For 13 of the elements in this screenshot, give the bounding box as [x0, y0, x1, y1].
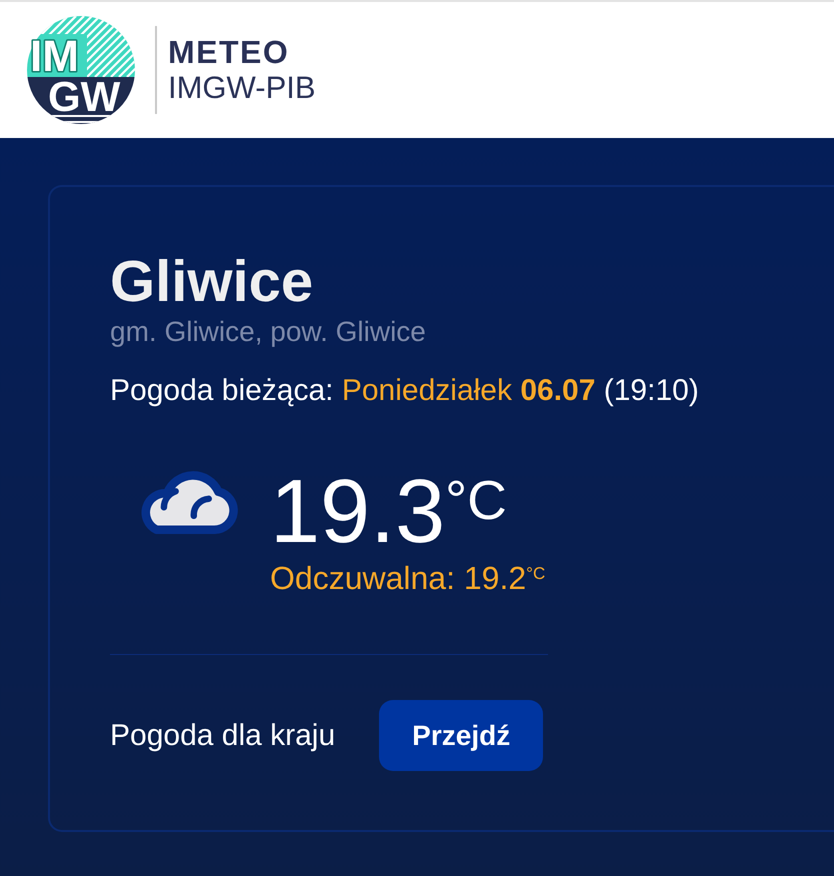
temperature-value: 19.3$^{°C}$: [270, 466, 508, 558]
go-button[interactable]: Przejdź: [379, 700, 544, 771]
brand-subtitle: IMGW-PIB: [168, 70, 316, 106]
logo: IM GW: [27, 16, 135, 124]
time-text: (19:10): [604, 374, 699, 407]
country-weather-label: Pogoda dla kraju: [110, 718, 336, 754]
city-title: Gliwice: [110, 249, 314, 315]
current-weather-label: Pogoda bieżąca:: [110, 374, 334, 407]
feels-like-text: Odczuwalna: 19.2$^{°C}$: [270, 559, 546, 597]
weekday-text: Poniedziałek: [342, 374, 512, 407]
date-text: 06.07: [520, 374, 596, 407]
region-text: gm. Gliwice, pow. Gliwice: [110, 315, 427, 349]
brand-title: METEO: [168, 34, 290, 70]
